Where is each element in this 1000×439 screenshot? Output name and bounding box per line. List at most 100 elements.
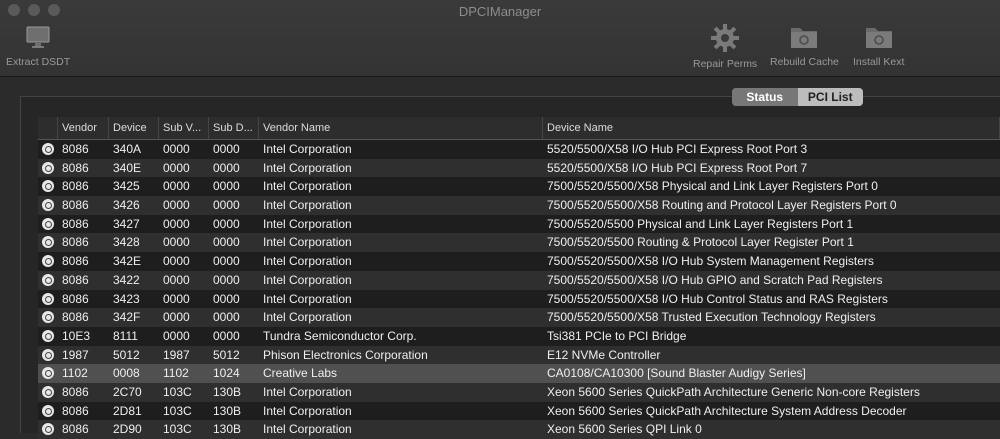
table-row[interactable]: 8086 3422 0000 0000 Intel Corporation 7500/55… bbox=[38, 270, 1000, 290]
table-header: Vendor Device Sub V... Sub D... Vendor N… bbox=[38, 117, 1000, 140]
magnifier-icon[interactable] bbox=[42, 217, 54, 230]
magnifier-icon[interactable] bbox=[42, 292, 54, 305]
column-header-device-name[interactable]: Device Name bbox=[543, 117, 1000, 139]
column-header-sub-vendor[interactable]: Sub V... bbox=[159, 117, 209, 139]
magnifier-icon[interactable] bbox=[42, 404, 54, 417]
extract-dsdt-label: Extract DSDT bbox=[6, 56, 71, 68]
row-icon-cell bbox=[38, 327, 58, 346]
magnifier-icon[interactable] bbox=[42, 329, 54, 342]
sub-device-cell: 0000 bbox=[213, 310, 240, 325]
table-row[interactable]: 10E3 8111 0000 0000 Tundra Semiconductor Cor… bbox=[38, 326, 1000, 346]
vendor-name-cell: Tundra Semiconductor Corp. bbox=[263, 328, 417, 343]
vendor-name-cell: Creative Labs bbox=[263, 366, 338, 381]
device-name-cell: Tsi381 PCIe to PCI Bridge bbox=[547, 328, 687, 343]
magnifier-icon[interactable] bbox=[42, 311, 54, 324]
device-name-cell: Xeon 5600 Series QuickPath Architecture … bbox=[547, 384, 920, 399]
device-cell: 8111 bbox=[113, 328, 138, 343]
magnifier-icon[interactable] bbox=[42, 199, 54, 212]
device-cell: 340A bbox=[113, 142, 142, 156]
row-icon-cell bbox=[38, 252, 58, 271]
magnifier-icon[interactable] bbox=[42, 236, 54, 249]
table-row[interactable]: 8086 2D90 103C 130B Intel Corporation Xeon 56… bbox=[38, 420, 1000, 439]
row-icon-cell bbox=[38, 346, 58, 365]
repair-perms-label: Repair Perms bbox=[693, 58, 758, 70]
magnifier-icon[interactable] bbox=[42, 180, 54, 193]
table-row[interactable]: 8086 2D81 103C 130B Intel Corporation Xeon 56… bbox=[38, 401, 1000, 421]
window-title: DPCIManager bbox=[458, 4, 542, 19]
table-row[interactable]: 8086 3427 0000 0000 Intel Corporation 7500/55… bbox=[38, 214, 1000, 234]
table-row[interactable]: 8086 3423 0000 0000 Intel Corporation 7500/55… bbox=[38, 289, 1000, 309]
table-row[interactable]: 8086 3425 0000 0000 Intel Corporation 7500/55… bbox=[38, 177, 1000, 197]
vendor-cell: 8086 bbox=[62, 291, 89, 306]
sub-device-cell: 0000 bbox=[213, 254, 240, 269]
column-header-vendor[interactable]: Vendor bbox=[58, 117, 109, 139]
tab-status[interactable]: Status bbox=[732, 88, 798, 106]
row-icon-cell bbox=[38, 308, 58, 327]
device-cell: 3422 bbox=[113, 272, 140, 287]
table-row[interactable]: 1102 0008 1102 1024 Creative Labs CA0108/CA10… bbox=[38, 364, 1000, 383]
magnifier-icon[interactable] bbox=[42, 255, 54, 268]
device-name-cell: 7500/5520/5500/X58 I/O Hub System Manage… bbox=[547, 254, 874, 269]
table-row[interactable]: 8086 3428 0000 0000 Intel Corporation 7500/55… bbox=[38, 233, 1000, 253]
table-row[interactable]: 8086 3426 0000 0000 Intel Corporation 7500/55… bbox=[38, 196, 1000, 215]
magnifier-icon[interactable] bbox=[42, 385, 54, 398]
sub-vendor-cell: 103C bbox=[163, 384, 192, 399]
magnifier-icon[interactable] bbox=[42, 423, 54, 436]
device-name-cell: 7500/5520/5500/X58 I/O Hub Control Statu… bbox=[547, 291, 888, 306]
pci-device-table[interactable]: Vendor Device Sub V... Sub D... Vendor N… bbox=[38, 117, 1000, 439]
vendor-cell: 8086 bbox=[62, 254, 89, 269]
sub-device-cell: 130B bbox=[213, 403, 242, 418]
column-header-vendor-name[interactable]: Vendor Name bbox=[259, 117, 543, 139]
rebuild-cache-button[interactable]: Rebuild Cache bbox=[770, 22, 839, 68]
device-name-cell: Xeon 5600 Series QuickPath Architecture … bbox=[547, 403, 907, 418]
vendor-cell: 8086 bbox=[62, 216, 89, 231]
device-cell: 3426 bbox=[113, 198, 140, 213]
row-icon-cell bbox=[38, 215, 58, 234]
sub-device-cell: 0000 bbox=[213, 291, 240, 306]
tab-pci-list[interactable]: PCI List bbox=[797, 88, 863, 106]
vendor-name-cell: Intel Corporation bbox=[263, 272, 352, 287]
table-row[interactable]: 8086 342E 0000 0000 Intel Corporation 7500/55… bbox=[38, 252, 1000, 271]
gear-icon bbox=[711, 24, 740, 52]
magnifier-icon[interactable] bbox=[42, 161, 54, 174]
device-cell: 2C70 bbox=[113, 384, 142, 399]
install-kext-button[interactable]: Install Kext bbox=[853, 22, 904, 68]
vendor-name-cell: Intel Corporation bbox=[263, 403, 352, 418]
vendor-cell: 8086 bbox=[62, 142, 89, 156]
magnifier-icon[interactable] bbox=[42, 367, 54, 380]
table-row[interactable]: 8086 340E 0000 0000 Intel Corporation 5520/55… bbox=[38, 158, 1000, 178]
column-header-device[interactable]: Device bbox=[109, 117, 159, 139]
table-row[interactable]: 8086 340A 0000 0000 Intel Corporation 5520/55… bbox=[38, 140, 1000, 159]
sub-device-cell: 0000 bbox=[213, 235, 240, 250]
vendor-cell: 1102 bbox=[62, 366, 88, 381]
sub-device-cell: 0000 bbox=[213, 179, 240, 194]
column-header-sub-device[interactable]: Sub D... bbox=[209, 117, 259, 139]
sub-device-cell: 1024 bbox=[213, 366, 240, 381]
view-segmented-control[interactable]: Status PCI List bbox=[732, 88, 863, 106]
vendor-name-cell: Intel Corporation bbox=[263, 422, 352, 437]
sub-device-cell: 0000 bbox=[213, 272, 240, 287]
sub-device-cell: 130B bbox=[213, 384, 242, 399]
window-titlebar: DPCIManager Extract DSDT Repair Perms Re… bbox=[0, 0, 1000, 77]
vendor-name-cell: Intel Corporation bbox=[263, 384, 352, 399]
sub-vendor-cell: 1102 bbox=[163, 366, 189, 381]
sub-vendor-cell: 0000 bbox=[163, 254, 190, 269]
row-icon-cell bbox=[38, 383, 58, 402]
sub-vendor-cell: 0000 bbox=[163, 179, 190, 194]
vendor-name-cell: Intel Corporation bbox=[263, 179, 352, 194]
extract-dsdt-button[interactable]: Extract DSDT bbox=[6, 22, 70, 68]
magnifier-icon[interactable] bbox=[42, 348, 54, 361]
row-icon-cell bbox=[38, 177, 58, 196]
sub-vendor-cell: 103C bbox=[163, 403, 192, 418]
sub-vendor-cell: 0000 bbox=[163, 272, 190, 287]
magnifier-icon[interactable] bbox=[42, 143, 54, 155]
sub-device-cell: 0000 bbox=[213, 198, 240, 213]
table-row[interactable]: 8086 2C70 103C 130B Intel Corporation Xeon 56… bbox=[38, 382, 1000, 402]
table-row[interactable]: 1987 5012 1987 5012 Phison Electronics Corpo… bbox=[38, 345, 1000, 365]
row-icon-cell bbox=[38, 140, 58, 159]
repair-perms-button[interactable]: Repair Perms bbox=[693, 22, 757, 70]
magnifier-icon[interactable] bbox=[42, 273, 54, 286]
folder-icon bbox=[865, 28, 892, 48]
table-row[interactable]: 8086 342F 0000 0000 Intel Corporation 7500/55… bbox=[38, 308, 1000, 327]
sub-device-cell: 5012 bbox=[213, 347, 240, 362]
